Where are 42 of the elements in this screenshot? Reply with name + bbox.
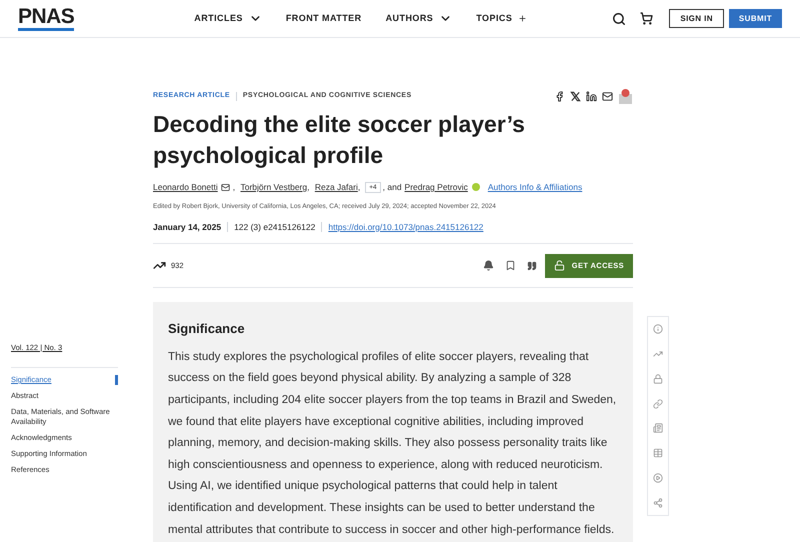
article-icon[interactable] xyxy=(653,423,663,434)
lock-icon[interactable] xyxy=(653,374,663,384)
quote-icon[interactable] xyxy=(526,260,537,271)
author-link[interactable]: Leonardo Bonetti xyxy=(153,181,218,194)
separator-text: , xyxy=(232,181,236,194)
linkedin-icon[interactable] xyxy=(586,90,597,102)
table-icon[interactable] xyxy=(653,448,663,458)
nav-menu-item[interactable]: FRONT MATTER xyxy=(286,12,362,26)
separator-text: , xyxy=(307,181,310,194)
bookmark-icon[interactable] xyxy=(504,260,516,272)
nav-menu-item[interactable]: AUTHORS xyxy=(386,12,452,26)
cart-icon[interactable] xyxy=(640,12,654,25)
plus-icon xyxy=(518,14,528,23)
mail-icon[interactable] xyxy=(602,90,613,102)
nav-menu-item[interactable]: TOPICS xyxy=(476,12,528,26)
author-link[interactable]: Predrag Petrovic xyxy=(404,181,468,194)
author-link[interactable]: Torbjörn Vestberg xyxy=(240,181,308,194)
mail-icon[interactable] xyxy=(220,182,230,192)
citation-manager-icon[interactable] xyxy=(618,88,633,104)
search-icon[interactable] xyxy=(612,12,626,26)
affiliations-link[interactable]: Authors Info & Affiliations xyxy=(488,181,582,194)
submit-button[interactable]: SUBMIT xyxy=(728,9,782,28)
x-logo-icon[interactable] xyxy=(570,90,581,102)
article-title: Decoding the elite soccer player’s psychological profile xyxy=(153,110,526,170)
significance-text: This study explores the psychological profiles of elite soccer players, revealing that success on the field goes beyond physical ability. By analyzing a sample of 328 participants, including 204 elite soccer players from the top teams in Brazil and Sweden, we found that elite players have exceptional cognitive abilities, including improved planning, memory, and decision-making skills. They also possess personality traits like high conscientiousness and openness to experience, along with reduced neuroticism. Using AI, we identified unique psychological patterns that could help in talent identification and development. These insights can be used to better understand the mental attributes that contribute to success in soccer and other high-performance fields. xyxy=(168,350,618,538)
nav-menu-item[interactable]: ARTICLES xyxy=(194,12,262,26)
sign-in-button[interactable]: SIGN IN xyxy=(669,9,724,28)
facebook-icon[interactable] xyxy=(554,90,565,102)
link-icon[interactable] xyxy=(653,398,663,409)
play-icon[interactable] xyxy=(653,472,663,483)
share-icon[interactable] xyxy=(653,498,663,508)
citation-text: 122 (3) e2415126122 xyxy=(234,220,316,234)
separator-text: , xyxy=(358,181,360,194)
section-heading: Significance xyxy=(168,320,246,338)
separator-text: , and xyxy=(382,181,402,194)
publication-date: January 14, 2025 xyxy=(153,220,222,234)
info-icon[interactable] xyxy=(653,324,663,334)
lock-icon xyxy=(554,260,565,272)
bell-icon[interactable] xyxy=(482,260,494,272)
logo[interactable]: PNAS xyxy=(18,6,74,31)
doi-link[interactable]: https://doi.org/10.1073/pnas.2415126122 xyxy=(328,220,484,234)
author-link[interactable]: Reza Jafari xyxy=(314,181,358,194)
